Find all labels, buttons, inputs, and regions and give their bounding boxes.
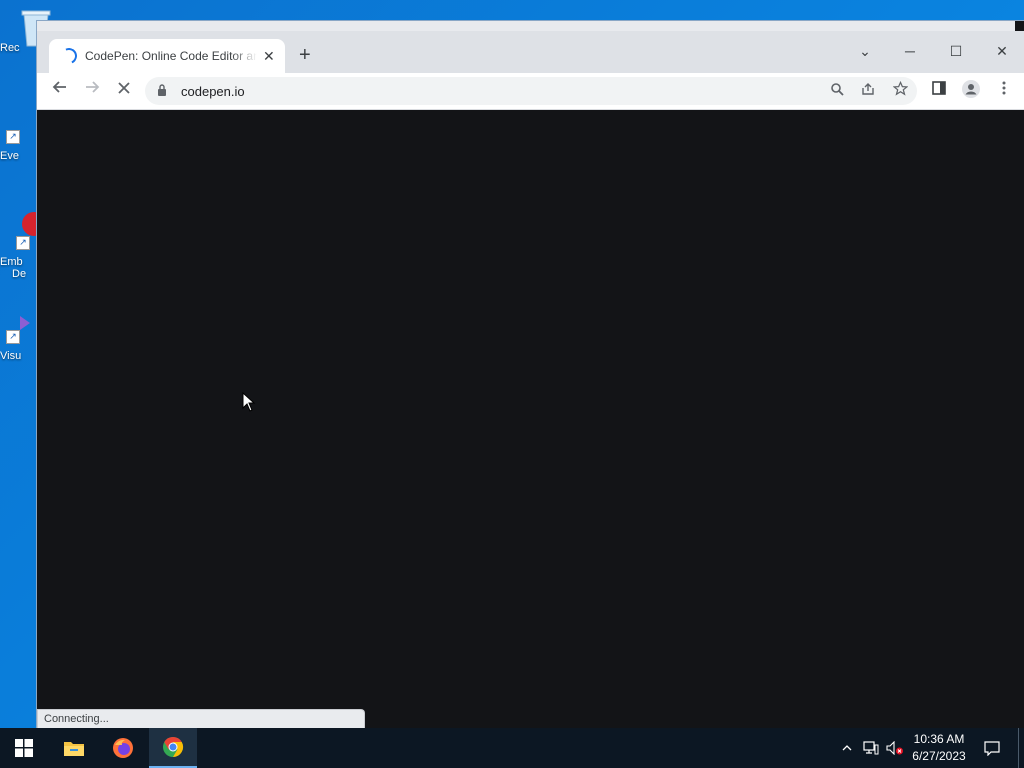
network-tray-button[interactable] bbox=[860, 728, 882, 768]
app-icon: ↗ bbox=[6, 112, 36, 144]
tab-search-button[interactable]: ⌄ bbox=[850, 39, 880, 63]
windows-logo-icon bbox=[15, 739, 33, 757]
taskbar: 10:36 AM 6/27/2023 bbox=[0, 728, 1024, 768]
desktop-icon-label: De bbox=[12, 268, 27, 280]
start-button[interactable] bbox=[0, 728, 48, 768]
maximize-button[interactable]: ☐ bbox=[941, 39, 971, 63]
desktop-icon-label: Emb bbox=[0, 256, 23, 268]
show-hidden-icons-button[interactable] bbox=[838, 728, 856, 768]
visual-studio-icon: ↗ bbox=[6, 312, 36, 344]
tab-title: CodePen: Online Code Editor and bbox=[85, 49, 257, 63]
desktop-icon-visual-studio[interactable]: ↗ Visu bbox=[0, 312, 40, 362]
forward-arrow-icon bbox=[86, 81, 100, 93]
desktop-icon-label: Visu bbox=[0, 350, 22, 362]
tab-close-icon[interactable]: ✕ bbox=[263, 48, 275, 65]
shortcut-arrow-icon: ↗ bbox=[16, 236, 30, 250]
taskbar-clock[interactable]: 10:36 AM 6/27/2023 bbox=[904, 731, 974, 765]
profile-avatar-icon bbox=[962, 80, 980, 98]
network-icon bbox=[863, 741, 879, 755]
url-text: codepen.io bbox=[181, 83, 245, 99]
side-panel-icon bbox=[932, 81, 946, 95]
side-panel-button[interactable] bbox=[927, 79, 951, 103]
desktop-icon-embedded[interactable]: ↗ Emb De bbox=[0, 212, 46, 280]
firefox-icon bbox=[113, 738, 133, 758]
share-icon[interactable] bbox=[856, 79, 880, 103]
back-button[interactable] bbox=[48, 79, 72, 103]
desktop-icon-eve[interactable]: ↗ Eve bbox=[0, 112, 40, 162]
show-desktop-button[interactable] bbox=[1018, 728, 1024, 768]
mouse-cursor-icon bbox=[242, 392, 256, 412]
chevron-up-icon bbox=[842, 745, 852, 751]
clock-time: 10:36 AM bbox=[913, 732, 965, 746]
desktop-icon-label: Eve bbox=[0, 150, 19, 162]
shortcut-arrow-icon: ↗ bbox=[6, 330, 20, 344]
volume-tray-button[interactable] bbox=[884, 728, 906, 768]
address-bar[interactable]: codepen.io bbox=[145, 77, 917, 105]
bookmark-star-icon[interactable] bbox=[888, 79, 912, 103]
chrome-icon bbox=[163, 736, 184, 758]
notification-icon bbox=[984, 740, 1000, 756]
browser-window: CodePen: Online Code Editor and ✕ + ⌄ ─ … bbox=[37, 21, 1024, 728]
status-bubble: Connecting... bbox=[37, 709, 365, 728]
tab-codepen[interactable]: CodePen: Online Code Editor and ✕ bbox=[49, 39, 285, 73]
taskbar-file-explorer[interactable] bbox=[50, 728, 98, 768]
page-content[interactable] bbox=[37, 110, 1024, 728]
volume-muted-icon bbox=[886, 741, 903, 755]
back-arrow-icon bbox=[52, 81, 66, 93]
browser-toolbar: codepen.io bbox=[37, 73, 1024, 110]
clock-date: 6/27/2023 bbox=[912, 749, 966, 763]
lock-icon bbox=[157, 83, 173, 99]
window-backdrop bbox=[37, 21, 1015, 31]
kebab-menu-icon bbox=[1002, 81, 1006, 95]
taskbar-chrome[interactable] bbox=[149, 728, 197, 768]
search-icon[interactable] bbox=[825, 79, 849, 103]
taskbar-firefox[interactable] bbox=[99, 728, 147, 768]
forward-button[interactable] bbox=[80, 79, 104, 103]
stop-loading-button[interactable] bbox=[112, 79, 136, 103]
shortcut-arrow-icon: ↗ bbox=[6, 130, 20, 144]
minimize-button[interactable]: ─ bbox=[895, 39, 925, 63]
stop-icon bbox=[118, 82, 130, 94]
tab-strip: CodePen: Online Code Editor and ✕ + ⌄ ─ … bbox=[37, 31, 1024, 73]
action-center-button[interactable] bbox=[978, 728, 1006, 768]
recycle-bin-icon bbox=[8, 8, 51, 47]
profile-button[interactable] bbox=[959, 79, 983, 103]
loading-spinner-icon bbox=[58, 45, 80, 67]
desktop-icon-recycle-bin[interactable]: Rec bbox=[0, 8, 51, 54]
new-tab-button[interactable]: + bbox=[299, 45, 311, 65]
close-window-button[interactable]: ✕ bbox=[987, 39, 1017, 63]
folder-icon bbox=[64, 742, 84, 756]
menu-button[interactable] bbox=[992, 79, 1016, 103]
